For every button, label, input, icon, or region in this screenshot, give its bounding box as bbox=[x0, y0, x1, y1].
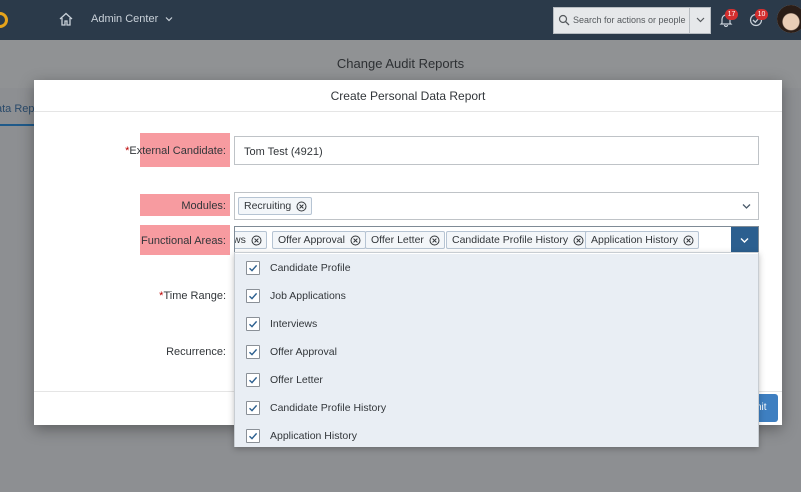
list-item[interactable]: Offer Letter bbox=[235, 366, 758, 394]
close-circle-icon[interactable] bbox=[573, 235, 584, 246]
checkmark-icon bbox=[249, 320, 258, 328]
external-candidate-label: *External Candidate: bbox=[125, 145, 226, 157]
chevron-down-icon bbox=[740, 238, 749, 243]
external-candidate-field[interactable]: Tom Test (4921) bbox=[234, 136, 759, 165]
token-candidate-profile-history[interactable]: Candidate Profile History bbox=[446, 231, 590, 249]
checkbox[interactable] bbox=[246, 401, 260, 415]
checkbox[interactable] bbox=[246, 345, 260, 359]
notifications-badge: 17 bbox=[725, 9, 738, 20]
company-logo[interactable] bbox=[0, 12, 8, 28]
list-item[interactable]: Offer Approval bbox=[235, 338, 758, 366]
chevron-down-icon bbox=[696, 17, 705, 23]
modules-multicombo[interactable]: Recruiting bbox=[234, 192, 759, 220]
search-icon bbox=[558, 14, 570, 26]
home-icon[interactable] bbox=[59, 12, 73, 26]
todo-badge: 10 bbox=[755, 9, 768, 20]
close-circle-icon[interactable] bbox=[296, 201, 307, 212]
token-offer-letter[interactable]: Offer Letter bbox=[365, 231, 445, 249]
checkmark-icon bbox=[249, 404, 258, 412]
search-field[interactable]: Search for actions or people bbox=[553, 7, 711, 34]
list-item[interactable]: Application History bbox=[235, 422, 758, 447]
list-item[interactable]: Job Applications bbox=[235, 282, 758, 310]
close-circle-icon[interactable] bbox=[429, 235, 440, 246]
checkmark-icon bbox=[249, 292, 258, 300]
close-circle-icon[interactable] bbox=[350, 235, 361, 246]
chevron-down-icon[interactable] bbox=[165, 15, 173, 23]
checkbox[interactable] bbox=[246, 373, 260, 387]
checkmark-icon bbox=[249, 432, 258, 440]
close-circle-icon[interactable] bbox=[251, 235, 262, 246]
close-circle-icon[interactable] bbox=[683, 235, 694, 246]
checkmark-icon bbox=[249, 348, 258, 356]
checkmark-icon bbox=[249, 376, 258, 384]
shell-bar: Admin Center Search for actions or peopl… bbox=[0, 0, 801, 40]
recurrence-label: Recurrence: bbox=[166, 346, 226, 358]
chevron-down-icon bbox=[742, 204, 751, 209]
functional-areas-dropdown-button[interactable] bbox=[731, 227, 758, 253]
functional-areas-label: Functional Areas: bbox=[141, 235, 226, 247]
modules-dropdown-button[interactable] bbox=[734, 194, 758, 218]
checkbox[interactable] bbox=[246, 261, 260, 275]
list-item[interactable]: Interviews bbox=[235, 310, 758, 338]
dialog-title: Create Personal Data Report bbox=[34, 80, 782, 112]
avatar[interactable] bbox=[777, 5, 801, 33]
tab-indicator bbox=[0, 124, 34, 126]
list-item[interactable]: Candidate Profile bbox=[235, 254, 758, 282]
search-input[interactable]: Search for actions or people bbox=[573, 15, 686, 25]
functional-areas-multicombo[interactable]: ws Offer Approval Offer Letter Candidate… bbox=[234, 226, 759, 254]
token-application-history[interactable]: Application History bbox=[585, 231, 699, 249]
modules-label: Modules: bbox=[181, 200, 226, 212]
token-offer-approval[interactable]: Offer Approval bbox=[272, 231, 366, 249]
checkmark-icon bbox=[249, 264, 258, 272]
shell-title[interactable]: Admin Center bbox=[91, 13, 158, 25]
checkbox[interactable] bbox=[246, 429, 260, 443]
checkbox[interactable] bbox=[246, 289, 260, 303]
time-range-label: *Time Range: bbox=[159, 290, 226, 302]
token-interviews-partial[interactable]: ws bbox=[235, 231, 267, 249]
list-item[interactable]: Candidate Profile History bbox=[235, 394, 758, 422]
search-scope-dropdown[interactable] bbox=[689, 8, 710, 33]
token-recruiting[interactable]: Recruiting bbox=[238, 197, 313, 215]
external-candidate-value: Tom Test (4921) bbox=[244, 146, 323, 158]
functional-areas-list: Candidate Profile Job Applications Inter… bbox=[234, 252, 759, 447]
checkbox[interactable] bbox=[246, 317, 260, 331]
